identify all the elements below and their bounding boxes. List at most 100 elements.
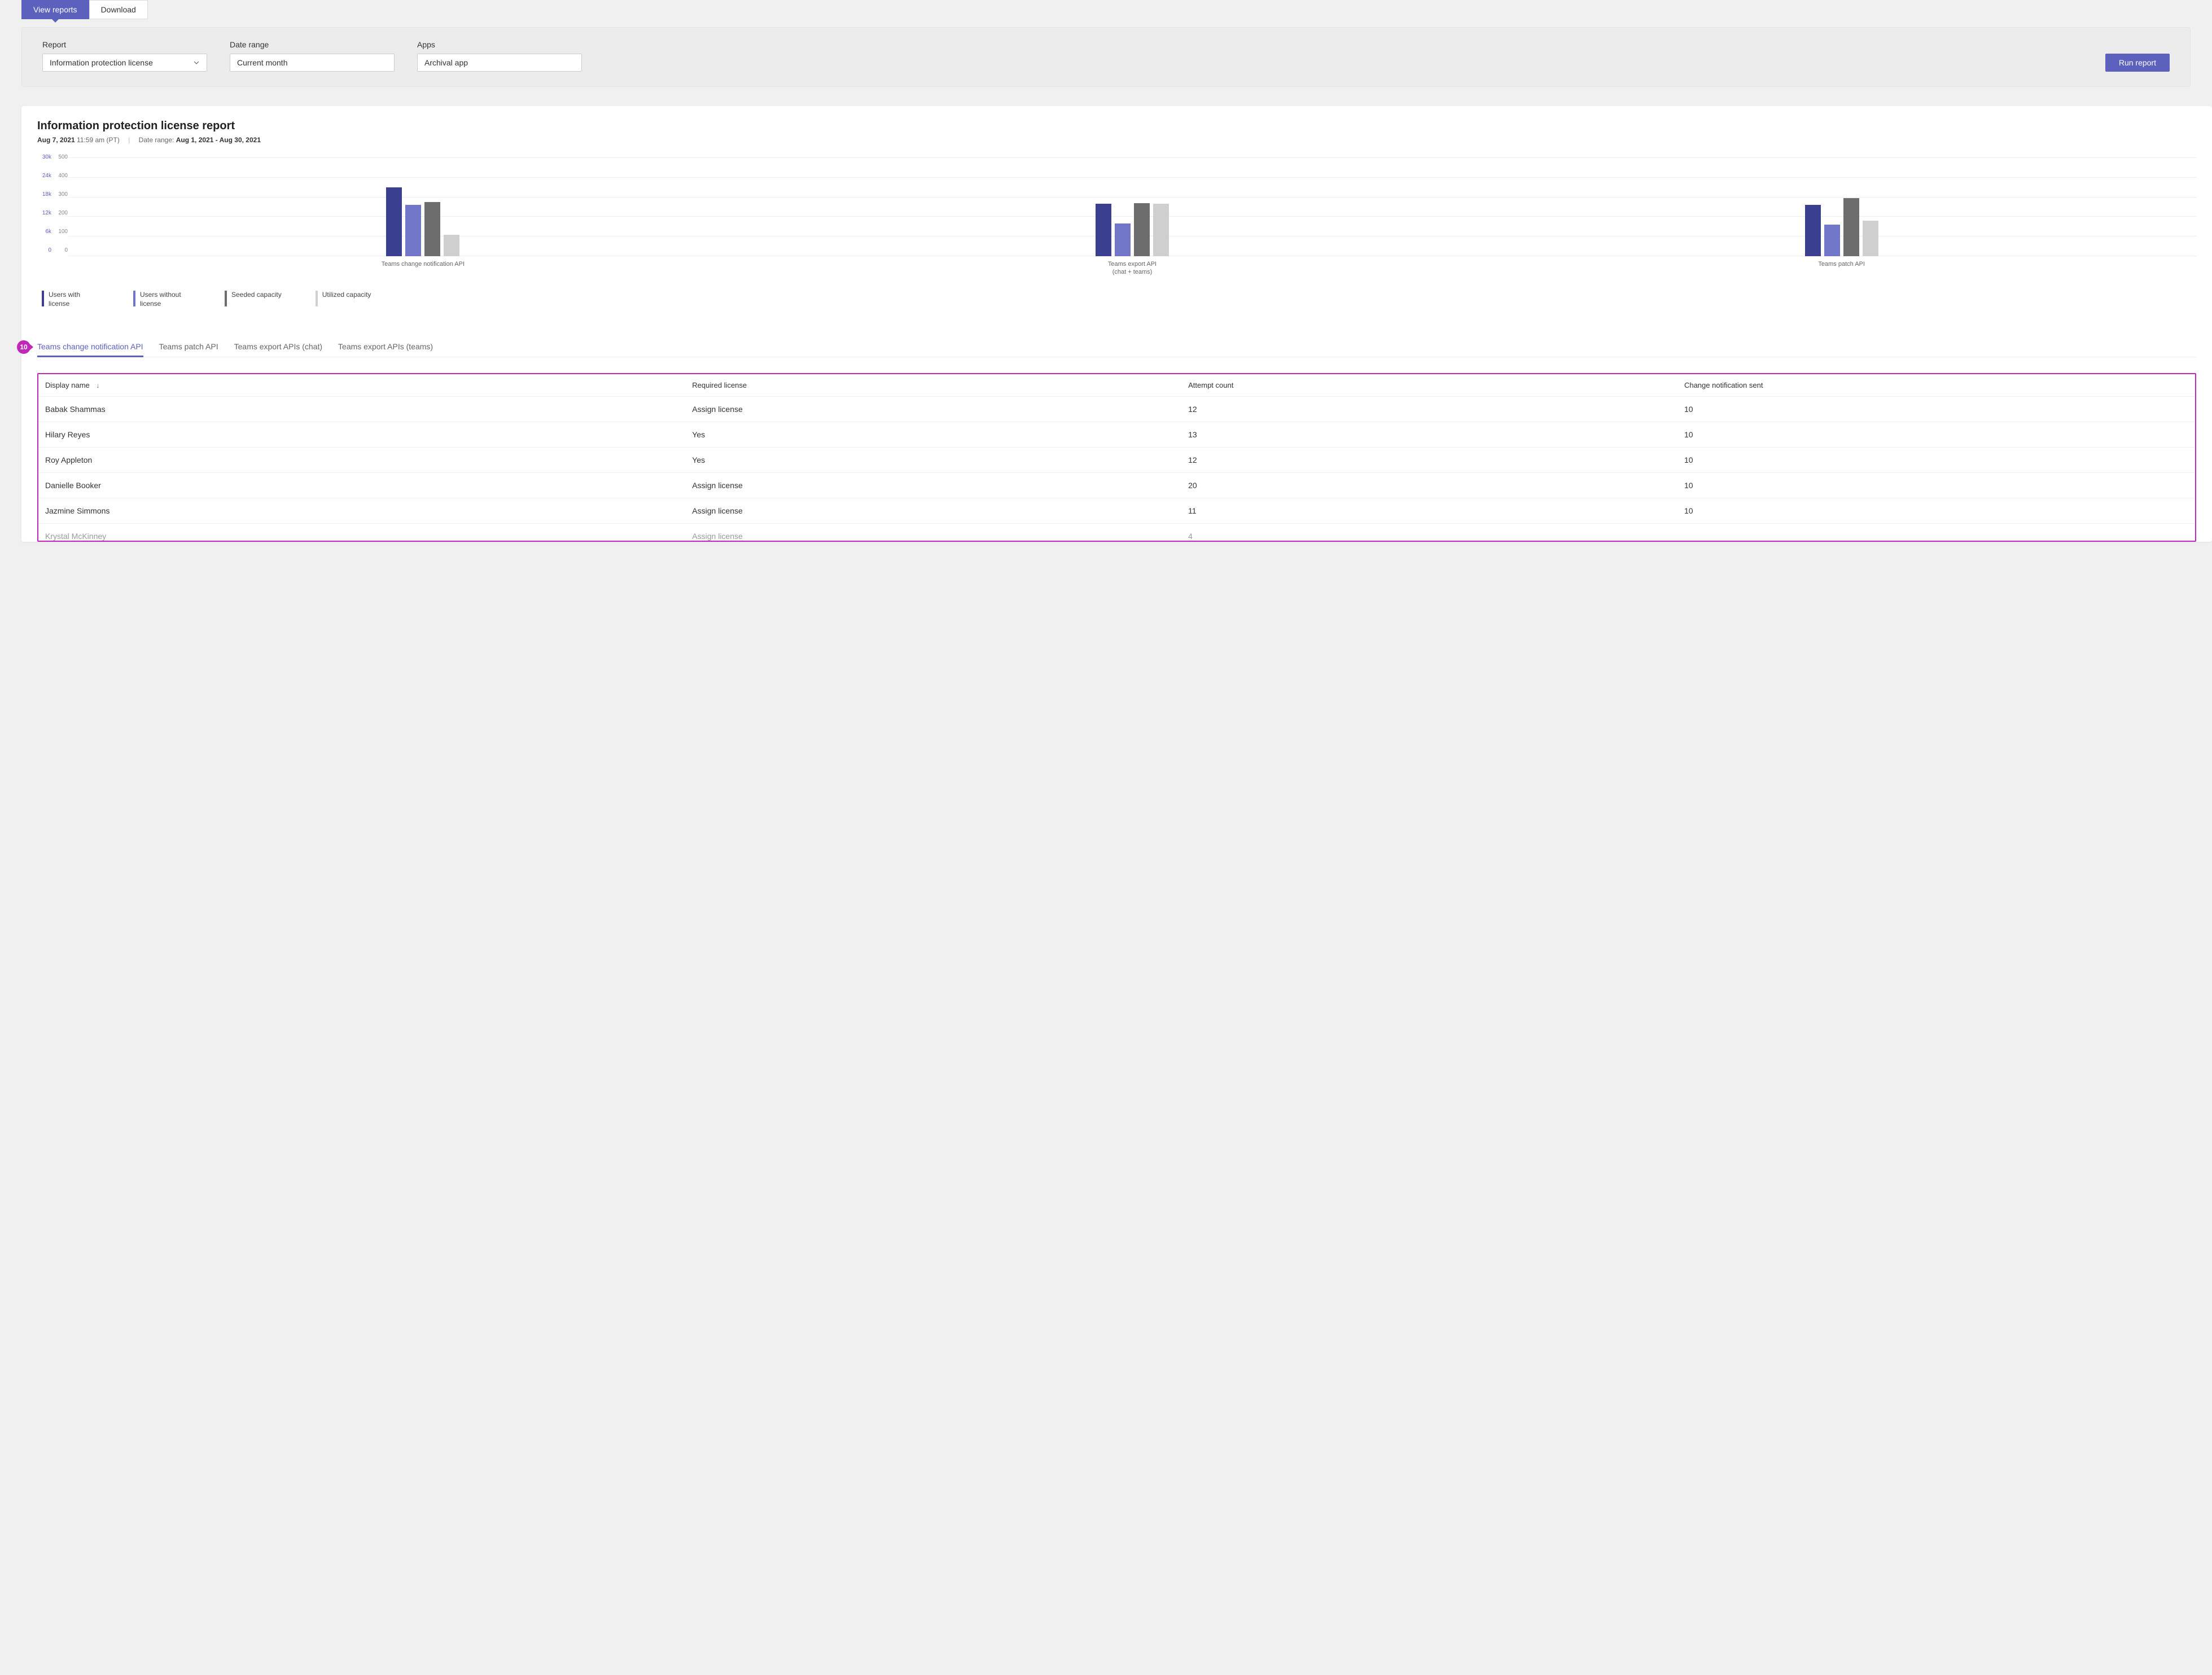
cell-required-license: Yes xyxy=(685,448,1181,473)
th-required-license[interactable]: Required license xyxy=(685,374,1181,397)
report-timestamp-time: 11:59 am (PT) xyxy=(75,136,120,144)
bar-group xyxy=(1487,157,2196,256)
bar xyxy=(386,187,402,257)
bar-group xyxy=(68,157,778,256)
cell-display-name: Babak Shammas xyxy=(38,397,685,422)
sort-down-icon: ↓ xyxy=(96,382,99,389)
th-attempt-count[interactable]: Attempt count xyxy=(1181,374,1677,397)
run-report-button[interactable]: Run report xyxy=(2105,54,2170,72)
cell-attempt-count: 13 xyxy=(1181,422,1677,448)
chevron-down-icon xyxy=(193,59,200,66)
bar-group xyxy=(778,157,1487,256)
annotation-badge: 10 xyxy=(17,340,30,354)
bar xyxy=(1153,204,1169,256)
filter-apps-value: Archival app xyxy=(424,58,468,67)
cell-attempt-count: 20 xyxy=(1181,473,1677,498)
filter-apps-select[interactable]: Archival app xyxy=(417,54,582,72)
data-table: Display name ↓ Required license Attempt … xyxy=(38,374,2195,541)
legend-swatch xyxy=(42,291,44,306)
bar xyxy=(1824,225,1840,256)
table-row[interactable]: Babak ShammasAssign license1210 xyxy=(38,397,2195,422)
filter-date-group: Date range Current month xyxy=(230,40,395,72)
cell-attempt-count: 12 xyxy=(1181,397,1677,422)
table-row[interactable]: Jazmine SimmonsAssign license1110 xyxy=(38,498,2195,524)
th-change-sent[interactable]: Change notification sent xyxy=(1677,374,2195,397)
filter-report-label: Report xyxy=(42,40,207,49)
bar xyxy=(405,205,421,256)
legend-swatch xyxy=(133,291,135,306)
bar xyxy=(1115,223,1131,256)
bar xyxy=(424,202,440,256)
bar xyxy=(1134,203,1150,257)
chart-bars xyxy=(68,157,2196,256)
cell-display-name: Danielle Booker xyxy=(38,473,685,498)
report-card: Information protection license report Au… xyxy=(21,106,2212,542)
cell-attempt-count: 4 xyxy=(1181,524,1677,541)
cell-change-sent: 10 xyxy=(1677,473,2195,498)
bar-group-label: Teams change notification API xyxy=(68,260,778,277)
chart-y-axis-left: 30k 24k 18k 12k 6k 0 xyxy=(37,157,51,256)
bar-group-label: Teams patch API xyxy=(1487,260,2196,277)
tab-change-notification-api[interactable]: Teams change notification API xyxy=(37,342,143,357)
table-row[interactable]: Roy AppletonYes1210 xyxy=(38,448,2195,473)
cell-display-name: Hilary Reyes xyxy=(38,422,685,448)
cell-attempt-count: 11 xyxy=(1181,498,1677,524)
data-tabs: 10 Teams change notification API Teams p… xyxy=(37,342,2196,357)
cell-required-license[interactable]: Assign license xyxy=(685,397,1181,422)
cell-required-license: Yes xyxy=(685,422,1181,448)
filter-apps-label: Apps xyxy=(417,40,582,49)
chart-x-labels: Teams change notification APITeams expor… xyxy=(68,260,2196,277)
cell-required-license[interactable]: Assign license xyxy=(685,524,1181,541)
bar xyxy=(1863,221,1878,256)
table-row[interactable]: Danielle BookerAssign license2010 xyxy=(38,473,2195,498)
tab-export-chat[interactable]: Teams export APIs (chat) xyxy=(234,342,322,357)
data-table-highlight: Display name ↓ Required license Attempt … xyxy=(37,373,2196,542)
tab-download[interactable]: Download xyxy=(89,0,148,19)
filter-report-select[interactable]: Information protection license xyxy=(42,54,207,72)
filter-panel: Report Information protection license Da… xyxy=(21,27,2191,87)
tab-view-reports[interactable]: View reports xyxy=(21,0,89,19)
report-range-prefix: Date range: xyxy=(139,136,176,144)
cell-change-sent: 10 xyxy=(1677,498,2195,524)
filter-apps-group: Apps Archival app xyxy=(417,40,582,72)
bar-group-label: Teams export API(chat + teams) xyxy=(778,260,1487,277)
tab-patch-api[interactable]: Teams patch API xyxy=(159,342,218,357)
report-meta: Aug 7, 2021 11:59 am (PT) | Date range: … xyxy=(37,136,2196,144)
bar xyxy=(1096,204,1111,256)
cell-display-name: Krystal McKinney xyxy=(38,524,685,541)
report-range-value: Aug 1, 2021 - Aug 30, 2021 xyxy=(176,136,261,144)
legend-seeded-capacity: Seeded capacity xyxy=(225,291,282,308)
legend-users-without-license: Users without license xyxy=(133,291,191,308)
bar xyxy=(1805,205,1821,256)
tab-export-teams[interactable]: Teams export APIs (teams) xyxy=(338,342,433,357)
bar xyxy=(1843,198,1859,256)
bar xyxy=(444,235,459,257)
report-timestamp-date: Aug 7, 2021 xyxy=(37,136,75,144)
filter-date-label: Date range xyxy=(230,40,395,49)
chart-y-axis-right: 500 400 300 200 100 0 xyxy=(55,157,68,256)
th-display-name[interactable]: Display name ↓ xyxy=(38,374,685,397)
top-tabs: View reports Download xyxy=(21,0,2212,19)
cell-change-sent: 10 xyxy=(1677,397,2195,422)
filter-report-group: Report Information protection license xyxy=(42,40,207,72)
table-row[interactable]: Krystal McKinneyAssign license4 xyxy=(38,524,2195,541)
report-title: Information protection license report xyxy=(37,120,2196,133)
cell-required-license[interactable]: Assign license xyxy=(685,473,1181,498)
meta-separator: | xyxy=(128,136,130,144)
license-chart: 30k 24k 18k 12k 6k 0 500 400 300 200 100… xyxy=(37,157,2196,287)
legend-swatch xyxy=(316,291,318,306)
cell-change-sent xyxy=(1677,524,2195,541)
cell-attempt-count: 12 xyxy=(1181,448,1677,473)
cell-change-sent: 10 xyxy=(1677,422,2195,448)
cell-change-sent: 10 xyxy=(1677,448,2195,473)
cell-display-name: Roy Appleton xyxy=(38,448,685,473)
filter-report-value: Information protection license xyxy=(50,58,153,67)
filter-date-value: Current month xyxy=(237,58,287,67)
table-row[interactable]: Hilary ReyesYes1310 xyxy=(38,422,2195,448)
legend-utilized-capacity: Utilized capacity xyxy=(316,291,371,308)
legend-users-with-license: Users with license xyxy=(42,291,99,308)
filter-date-select[interactable]: Current month xyxy=(230,54,395,72)
cell-display-name: Jazmine Simmons xyxy=(38,498,685,524)
cell-required-license[interactable]: Assign license xyxy=(685,498,1181,524)
chart-legend: Users with license Users without license… xyxy=(37,291,2196,319)
